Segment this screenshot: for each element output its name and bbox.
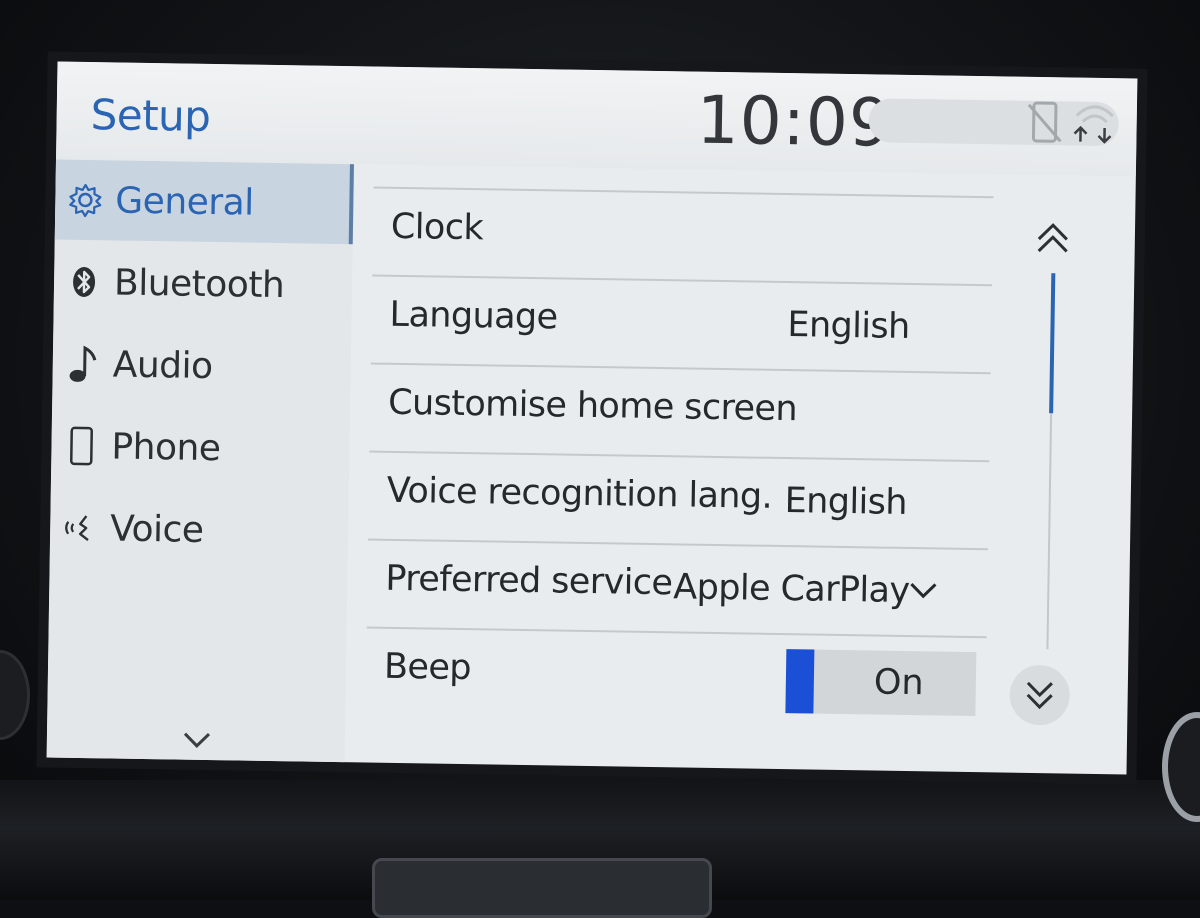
setting-value: English xyxy=(787,305,910,347)
sidebar-item-voice[interactable]: Voice xyxy=(50,488,349,573)
clock: 10:09 xyxy=(696,81,893,162)
double-chevron-up-icon[interactable] xyxy=(1033,217,1074,262)
sidebar-item-label: General xyxy=(115,179,255,224)
status-bar: Setup 10:09 xyxy=(55,61,1138,177)
setting-row-voice-language[interactable]: Voice recognition lang. English xyxy=(368,450,990,547)
signal-updown-icon xyxy=(1073,105,1114,144)
scroll-down-button[interactable] xyxy=(1009,664,1071,726)
bluetooth-icon xyxy=(73,267,96,298)
setting-row-language[interactable]: Language English xyxy=(370,274,993,371)
setting-label: Language xyxy=(389,294,558,338)
toggle-indicator xyxy=(785,649,815,714)
setting-label: Clock xyxy=(390,206,484,249)
setting-label: Voice recognition lang. xyxy=(386,470,773,517)
sidebar-item-label: Audio xyxy=(112,343,213,387)
dropdown-value[interactable]: Apple CarPlay xyxy=(673,567,910,611)
chevron-down-icon[interactable] xyxy=(167,721,228,762)
sidebar-item-phone[interactable]: Phone xyxy=(51,406,350,491)
setting-row-preferred-service[interactable]: Preferred service Apple CarPlay xyxy=(366,538,989,635)
setting-row-clock[interactable]: Clock xyxy=(372,186,994,283)
phone-disconnected-icon xyxy=(1027,101,1062,143)
sidebar: General Bluetooth Audio Phone Voice xyxy=(46,159,354,765)
setting-row-beep[interactable]: Beep On xyxy=(365,626,987,723)
voice-icon xyxy=(65,515,89,542)
settings-list: Clock Language English Customise home sc… xyxy=(355,164,1024,774)
page-title: Setup xyxy=(90,90,211,141)
infotainment-screen: Setup 10:09 General Bluetooth Audio Phon… xyxy=(46,61,1138,775)
sidebar-item-general[interactable]: General xyxy=(54,159,354,245)
setting-value: English xyxy=(784,481,908,523)
sidebar-item-label: Phone xyxy=(111,425,221,469)
double-chevron-down-icon xyxy=(1026,681,1053,710)
setting-label: Customise home screen xyxy=(387,382,798,430)
gear-icon xyxy=(69,183,102,218)
sidebar-item-audio[interactable]: Audio xyxy=(52,324,351,409)
hardware-button[interactable] xyxy=(372,858,712,918)
music-note-icon xyxy=(69,345,97,382)
sidebar-item-label: Voice xyxy=(109,507,204,551)
beep-toggle[interactable]: On xyxy=(785,649,977,717)
scrollbar-thumb[interactable] xyxy=(1049,273,1056,414)
setting-label: Preferred service xyxy=(385,558,673,604)
phone-icon xyxy=(70,426,93,466)
sidebar-item-label: Bluetooth xyxy=(113,261,285,306)
sidebar-item-bluetooth[interactable]: Bluetooth xyxy=(53,242,352,327)
setting-row-home-screen[interactable]: Customise home screen xyxy=(369,362,991,459)
toggle-label: On xyxy=(873,662,924,704)
chevron-down-icon[interactable] xyxy=(907,579,939,601)
setting-label: Beep xyxy=(383,646,472,689)
